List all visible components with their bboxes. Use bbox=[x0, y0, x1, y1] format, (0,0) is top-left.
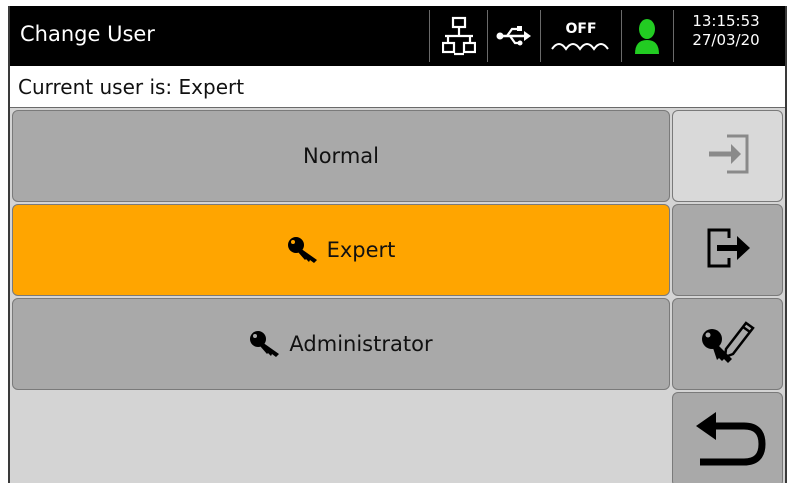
clock: 13:15:53 27/03/20 bbox=[674, 12, 778, 50]
user-option-label: Administrator bbox=[289, 332, 433, 356]
user-option-normal[interactable]: Normal bbox=[12, 110, 670, 202]
off-wave-icon: OFF bbox=[543, 12, 619, 60]
edit-key-icon bbox=[700, 317, 756, 371]
key-icon bbox=[249, 330, 283, 358]
off-label: OFF bbox=[565, 21, 597, 37]
login-icon bbox=[703, 132, 753, 180]
back-arrow-icon bbox=[688, 410, 768, 470]
edit-key-button[interactable] bbox=[672, 298, 783, 390]
divider bbox=[429, 10, 430, 62]
login-button[interactable] bbox=[672, 110, 783, 202]
date-display: 27/03/20 bbox=[692, 31, 760, 49]
user-option-label: Expert bbox=[326, 238, 396, 262]
user-option-expert[interactable]: Expert bbox=[12, 204, 670, 296]
divider bbox=[621, 10, 622, 62]
network-icon bbox=[432, 12, 486, 60]
key-icon bbox=[287, 236, 321, 264]
logout-icon bbox=[703, 226, 753, 274]
header-bar: Change User OFF 13:15:53 27/03/20 bbox=[10, 6, 785, 66]
user-option-administrator[interactable]: Administrator bbox=[12, 298, 670, 390]
current-user-label: Current user is: Expert bbox=[18, 75, 245, 99]
usb-icon bbox=[490, 12, 538, 60]
user-option-label: Normal bbox=[303, 144, 379, 168]
logout-button[interactable] bbox=[672, 204, 783, 296]
back-button[interactable] bbox=[672, 392, 783, 483]
change-user-screen: Change User OFF 13:15:53 27/03/20 Curren… bbox=[8, 6, 787, 483]
divider bbox=[540, 10, 541, 62]
divider bbox=[487, 10, 488, 62]
time-display: 13:15:53 bbox=[692, 12, 760, 30]
current-user-bar: Current user is: Expert bbox=[10, 66, 785, 108]
user-status-icon bbox=[623, 12, 671, 60]
page-title: Change User bbox=[20, 22, 155, 46]
